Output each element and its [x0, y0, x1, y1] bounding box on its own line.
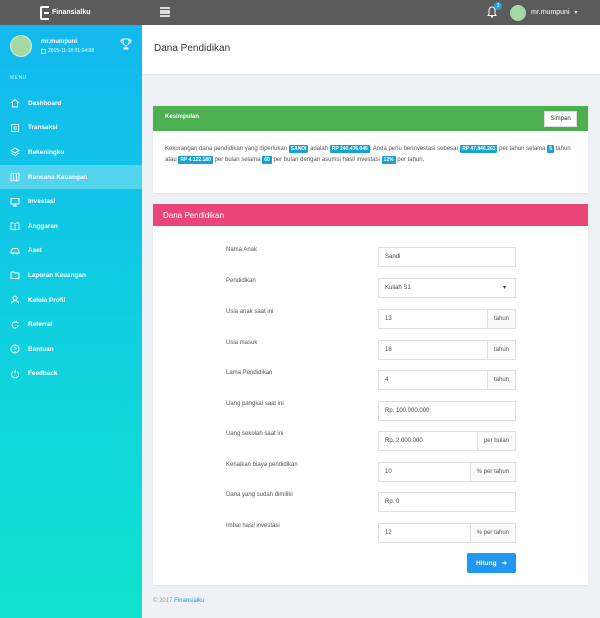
field-label: Uang pangkal saat ini — [226, 401, 284, 407]
form-row: Pendidikan Kuliah S1 ▾ — [153, 278, 588, 298]
form-panel-title: Dana Pendidikan — [163, 211, 224, 220]
summary-panel: Kesimpulan Simpan Kekurangan dana pendid… — [153, 106, 588, 193]
field-label: Lama Pendidikan — [226, 370, 273, 376]
entry-age-input[interactable]: 18 tahun — [378, 340, 516, 360]
field-label: Dana yang sudah dimiliki — [226, 492, 293, 498]
save-button[interactable]: Simpan — [544, 111, 577, 127]
avatar — [510, 4, 526, 21]
home-icon — [10, 98, 20, 108]
yearly-investment-tag: RP 47.846.261 — [460, 145, 498, 153]
refresh-icon — [10, 320, 20, 330]
layers-icon — [10, 147, 20, 157]
child-name-tag: SANDI — [288, 145, 309, 153]
copyright-text: © 2017 — [153, 598, 173, 604]
form-panel-header: Dana Pendidikan — [153, 204, 588, 226]
field-label: Pendidikan — [226, 278, 256, 284]
footer-link[interactable]: Finansialku — [174, 598, 204, 604]
form-row: Imbal hasil investasi 12% per tahun — [153, 523, 588, 543]
sidebar-item-feedback[interactable]: Feedback — [0, 362, 142, 387]
power-icon — [10, 369, 20, 379]
shortfall-tag: RP 240.436.046 — [329, 145, 370, 153]
summary-text: Kekurangan dana pendidikan yang diperluk… — [165, 145, 571, 164]
education-level-select[interactable]: Kuliah S1 ▾ — [378, 278, 516, 298]
brand-name: Finansialku — [52, 9, 91, 16]
menu-title: MENU — [10, 75, 27, 81]
folder-icon — [10, 270, 20, 280]
form-row: Usia anak saat ini 13 tahun — [153, 309, 588, 329]
rate-tag: 12% — [381, 156, 396, 164]
form-row: Uang pangkal saat ini Rp. 100.000.000 — [153, 401, 588, 421]
chevron-down-icon: ▾ — [503, 285, 507, 291]
profile-avatar[interactable] — [10, 35, 32, 57]
years-tag: 5 — [547, 145, 554, 153]
trophy-icon[interactable] — [120, 38, 132, 50]
menu-toggle-icon[interactable] — [160, 7, 170, 17]
sidebar-item-laporan-keuangan[interactable]: Laporan Keuangan — [0, 263, 142, 288]
user-name: mr.mumpuni — [531, 9, 570, 16]
sidebar-item-rekeningku[interactable]: Rekeningku — [0, 140, 142, 165]
notification-badge: 3 — [494, 2, 502, 10]
form-row: Dana yang sudah dimiliki Rp. 0 — [153, 492, 588, 512]
field-label: Kenaikan biaya pendidikan — [226, 462, 298, 468]
education-duration-input[interactable]: 4 tahun — [378, 370, 516, 390]
sidebar-menu: Dashboard Transaksi Rekeningku Rencana K… — [0, 91, 142, 386]
field-label: Usia masuk — [226, 340, 258, 346]
list-icon — [10, 123, 20, 133]
map-icon — [10, 172, 20, 182]
field-label: Usia anak saat ini — [226, 309, 274, 315]
sidebar-item-anggaran[interactable]: Anggaran — [0, 214, 142, 239]
chevron-down-icon: ▾ — [574, 10, 578, 16]
field-label: Uang sekolah saat ini — [226, 431, 284, 437]
form-row: Lama Pendidikan 4 tahun — [153, 370, 588, 390]
form-row: Uang sekolah saat ini Rp. 2.000.000 per b… — [153, 431, 588, 451]
form-row: Usia masuk 18 tahun — [153, 340, 588, 360]
calendar-icon — [41, 48, 46, 54]
car-icon — [10, 246, 20, 256]
sidebar: mr.mumpuni 2015-11-18 01:04:08 MENU Dash… — [0, 25, 142, 618]
current-age-input[interactable]: 13 tahun — [378, 309, 516, 329]
user-menu[interactable]: mr.mumpuni ▾ — [510, 4, 578, 21]
summary-panel-header: Kesimpulan Simpan — [153, 106, 588, 131]
field-label: Nama Anak — [226, 247, 258, 253]
tuition-fee-input[interactable]: Rp. 2.000.000 per bulan — [378, 431, 516, 451]
calculate-button[interactable]: Hitung ➜ — [467, 553, 516, 573]
sidebar-item-bantuan[interactable]: Bantuan — [0, 337, 142, 362]
sidebar-item-rencana-keuangan[interactable]: Rencana Keuangan — [0, 164, 142, 190]
investment-return-input[interactable]: 12% per tahun — [378, 523, 516, 543]
form-row: Kenaikan biaya pendidikan 10% per tahun — [153, 462, 588, 482]
sidebar-item-dashboard[interactable]: Dashboard — [0, 91, 142, 116]
brand-logo[interactable]: Finansialku — [40, 5, 91, 21]
monitor-icon — [10, 197, 20, 207]
book-icon — [10, 221, 20, 231]
page-title: Dana Pendidikan — [154, 43, 231, 54]
education-fund-panel: Dana Pendidikan Nama Anak Sandi Pendidik… — [153, 204, 588, 585]
entrance-fee-input[interactable]: Rp. 100.000.000 — [378, 401, 516, 421]
field-label: Imbal hasil investasi — [226, 523, 280, 529]
sidebar-item-transaksi[interactable]: Transaksi — [0, 116, 142, 141]
top-navbar: Finansialku 3 mr.mumpuni ▾ — [0, 0, 600, 25]
logo-icon — [40, 6, 49, 20]
sidebar-item-aset[interactable]: Aset — [0, 239, 142, 264]
form-row: Nama Anak Sandi — [153, 247, 588, 267]
user-icon — [10, 295, 20, 305]
sidebar-item-investasi[interactable]: Investasi — [0, 189, 142, 214]
sidebar-item-kelola-profil[interactable]: Kelola Profil — [0, 288, 142, 313]
arrow-right-icon: ➜ — [501, 560, 508, 567]
profile-name: mr.mumpuni — [41, 39, 78, 45]
monthly-investment-tag: RP 4.122.180 — [178, 156, 213, 164]
months-tag: 60 — [262, 156, 272, 164]
footer: © 2017 Finansialku — [153, 598, 204, 604]
help-icon — [10, 344, 20, 354]
cost-increase-input[interactable]: 10% per tahun — [378, 462, 516, 482]
profile-date: 2015-11-18 01:04:08 — [48, 48, 95, 54]
sidebar-item-referral[interactable]: Referral — [0, 312, 142, 337]
sidebar-profile: mr.mumpuni 2015-11-18 01:04:08 — [10, 35, 135, 65]
existing-funds-input[interactable]: Rp. 0 — [378, 492, 516, 512]
summary-panel-title: Kesimpulan — [165, 114, 200, 120]
page-header: Dana Pendidikan — [142, 25, 600, 75]
child-name-input[interactable]: Sandi — [378, 247, 516, 267]
